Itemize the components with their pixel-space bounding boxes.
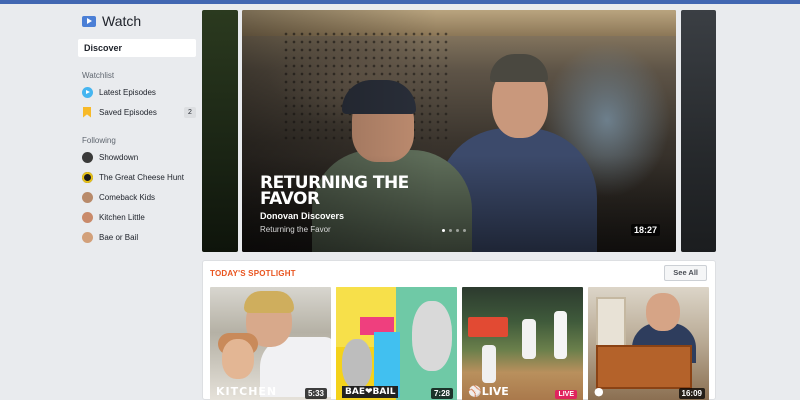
- thumb-figure: [342, 339, 372, 389]
- sidebar-item-saved-episodes[interactable]: Saved Episodes 2: [82, 102, 196, 122]
- thumb-figure: [554, 311, 567, 359]
- show-logo: RETURNING THE FAVOR: [260, 173, 409, 209]
- video-thumbnail[interactable]: ● 16:09: [588, 287, 709, 400]
- hero-show-name[interactable]: Returning the Favor: [260, 225, 331, 234]
- thumb-shape: [468, 317, 508, 337]
- sidebar-item-comeback-kids[interactable]: Comeback Kids: [82, 187, 196, 207]
- sidebar-item-bae-or-bail[interactable]: Bae or Bail: [82, 227, 196, 247]
- video-duration: 5:33: [304, 388, 327, 399]
- watch-icon: [82, 15, 96, 27]
- carousel-next-slide[interactable]: [681, 10, 716, 252]
- thumb-figure: [412, 301, 452, 371]
- video-thumbnail[interactable]: BAE❤BAIL 7:28: [336, 287, 457, 400]
- nav-discover[interactable]: Discover: [78, 39, 196, 57]
- show-logo: KITCHEN: [216, 385, 278, 398]
- show-logo: BAE❤BAIL: [342, 386, 399, 398]
- app-title: Watch: [102, 13, 142, 29]
- thumb-figure: [482, 345, 496, 383]
- sidebar-item-label: Showdown: [99, 152, 139, 162]
- sidebar-item-great-cheese-hunt[interactable]: The Great Cheese Hunt: [82, 167, 196, 187]
- show-logo: ●: [594, 385, 604, 398]
- video-thumbnail[interactable]: KITCHEN 5:33: [210, 287, 331, 400]
- sidebar-item-kitchen-little[interactable]: Kitchen Little: [82, 207, 196, 227]
- avatar: [82, 171, 93, 183]
- sidebar-item-label: Comeback Kids: [99, 192, 156, 202]
- sidebar: Watch Discover Watchlist Latest Episodes…: [78, 10, 196, 247]
- thumb-figure: [222, 339, 254, 379]
- video-duration: 18:27: [630, 224, 660, 236]
- avatar: [82, 231, 93, 243]
- avatar: [82, 151, 93, 163]
- avatar: [82, 191, 93, 203]
- avatar: [82, 211, 93, 223]
- thumb-figure: [244, 291, 294, 313]
- show-logo: ⚾LIVE: [468, 385, 509, 398]
- thumb-shape: [596, 345, 692, 389]
- sidebar-item-label: Bae or Bail: [99, 232, 139, 242]
- carousel-dot[interactable]: [449, 229, 452, 232]
- carousel-dot[interactable]: [456, 229, 459, 232]
- sidebar-item-label: Latest Episodes: [99, 87, 156, 97]
- spotlight-thumbnails: KITCHEN 5:33 BAE❤BAIL 7:28 ⚾LIVE LIVE ● …: [210, 287, 709, 400]
- carousel-dot[interactable]: [442, 229, 445, 232]
- hero-episode-title[interactable]: Donovan Discovers: [260, 211, 344, 221]
- carousel-dot[interactable]: [463, 229, 466, 232]
- watchlist-heading: Watchlist: [82, 71, 115, 80]
- bookmark-icon: [83, 106, 91, 118]
- sidebar-item-latest-episodes[interactable]: Latest Episodes: [82, 82, 196, 102]
- app-header[interactable]: Watch: [82, 10, 196, 32]
- spotlight-section: TODAY'S SPOTLIGHT See All KITCHEN 5:33 B…: [202, 260, 716, 400]
- following-heading: Following: [82, 136, 116, 145]
- spotlight-title: TODAY'S SPOTLIGHT: [210, 269, 296, 278]
- thumb-figure: [522, 319, 536, 359]
- video-duration: 16:09: [678, 388, 705, 399]
- hero-video[interactable]: RETURNING THE FAVOR Donovan Discovers Re…: [242, 10, 676, 252]
- top-bar: [0, 0, 800, 4]
- video-duration: 7:28: [430, 388, 453, 399]
- sidebar-item-label: Kitchen Little: [99, 212, 145, 222]
- video-thumbnail[interactable]: ⚾LIVE LIVE: [462, 287, 583, 400]
- count-badge: 2: [184, 106, 196, 118]
- carousel-dots: [442, 229, 466, 232]
- carousel-prev-slide[interactable]: [202, 10, 238, 252]
- sidebar-item-label: Saved Episodes: [99, 107, 157, 117]
- sidebar-item-label: The Great Cheese Hunt: [99, 172, 184, 182]
- play-icon: [82, 86, 93, 98]
- thumb-figure: [646, 293, 680, 331]
- sidebar-item-showdown[interactable]: Showdown: [82, 147, 196, 167]
- see-all-button[interactable]: See All: [664, 265, 707, 281]
- live-badge: LIVE: [555, 390, 577, 399]
